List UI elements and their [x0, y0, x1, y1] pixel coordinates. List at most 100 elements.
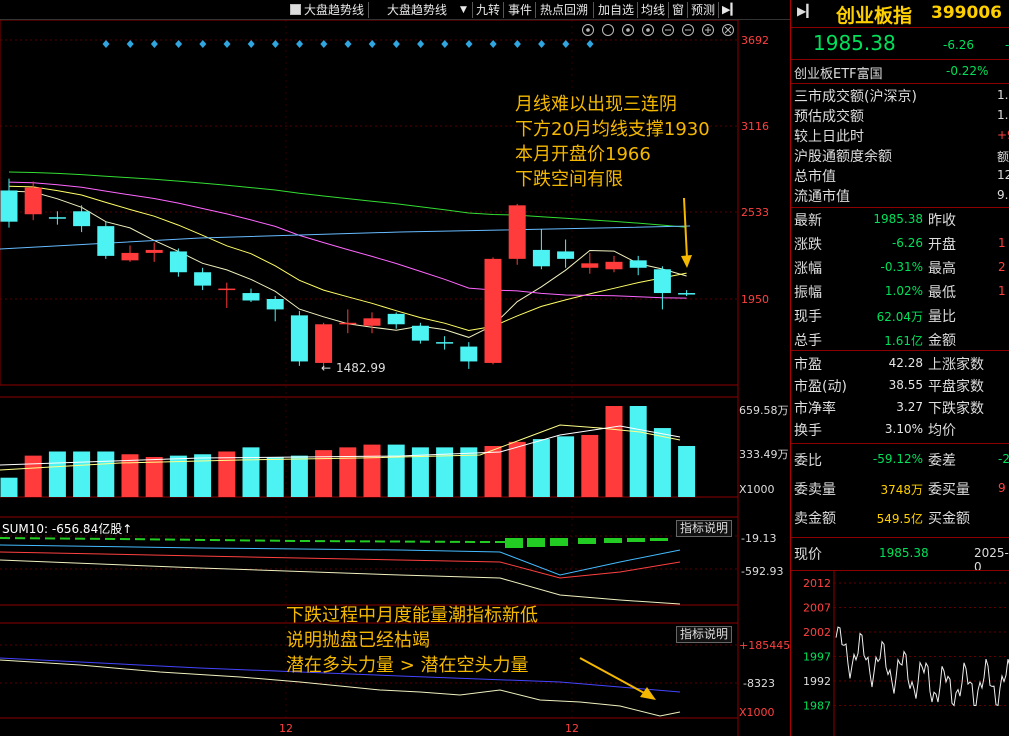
- event-marker-icon[interactable]: [586, 40, 594, 48]
- valuation-row-label-1: 市净率: [794, 401, 836, 417]
- event-marker-icon[interactable]: [126, 40, 134, 48]
- sum-histogram-bar: [627, 538, 645, 542]
- candle: [629, 260, 647, 268]
- minute-y-tick: 2002: [803, 626, 831, 639]
- toolbar-button-forecast[interactable]: 预测: [691, 2, 715, 18]
- sum-line-blue: [0, 544, 681, 576]
- event-marker-icon[interactable]: [344, 40, 352, 48]
- volume-bar: [218, 451, 236, 497]
- event-marker-icon[interactable]: [368, 40, 376, 48]
- trend-checkbox[interactable]: [290, 4, 301, 15]
- sum-signal-line: [0, 537, 505, 543]
- event-marker-icon[interactable]: [562, 40, 570, 48]
- market-info-value: 额: [997, 150, 1009, 164]
- market-info-label: 总市值: [794, 169, 836, 185]
- toolbar-button-events[interactable]: 事件: [508, 2, 532, 18]
- volume-bar: [145, 457, 163, 497]
- event-marker-icon[interactable]: [320, 40, 328, 48]
- candle: [290, 315, 308, 362]
- etf-link[interactable]: 创业板ETF富国: [794, 63, 883, 82]
- eye-icon[interactable]: [626, 28, 630, 32]
- event-marker-icon[interactable]: [441, 40, 449, 48]
- toolbar-button-window[interactable]: 窗: [672, 2, 684, 18]
- candle: [169, 251, 187, 273]
- quote-row-label-2: 金额: [928, 333, 956, 349]
- candle: [0, 190, 18, 222]
- play-icon[interactable]: ▶▎: [722, 2, 739, 18]
- sum-histogram-bar: [505, 538, 523, 548]
- quote-row-value-2: 1: [998, 236, 1006, 250]
- candle: [532, 249, 550, 267]
- volume-bar: [581, 434, 599, 497]
- order-row-label-1: 卖金额: [794, 511, 836, 527]
- sum-indicator-help-button[interactable]: 指标说明: [676, 520, 733, 537]
- event-marker-icon[interactable]: [538, 40, 546, 48]
- event-marker-icon[interactable]: [102, 40, 110, 48]
- event-marker-icon[interactable]: [392, 40, 400, 48]
- gear-icon[interactable]: [602, 24, 614, 36]
- quote-row-value-2: 1: [998, 284, 1006, 298]
- energy-tick-unit: X1000: [739, 706, 775, 719]
- energy-indicator-help-button[interactable]: 指标说明: [676, 626, 733, 643]
- volume-bar: [290, 455, 308, 497]
- event-marker-icon[interactable]: [513, 40, 521, 48]
- candle: [73, 211, 91, 227]
- toolbar-button-add-watchlist[interactable]: 加自选: [598, 2, 634, 18]
- event-marker-icon[interactable]: [150, 40, 158, 48]
- event-marker-icon[interactable]: [223, 40, 231, 48]
- order-row-label-2: 买金额: [928, 511, 970, 527]
- order-row-value-2: 9: [998, 481, 1006, 495]
- order-row-label-1: 委卖量: [794, 482, 836, 498]
- target-icon[interactable]: [586, 28, 590, 32]
- toolbar-button-ma[interactable]: 均线: [641, 2, 665, 18]
- annotation-bottom-line-1: 下跌过程中月度能量潮指标新低: [286, 605, 538, 626]
- minute-y-tick: 1992: [803, 675, 831, 688]
- candle: [48, 217, 66, 219]
- chevron-down-icon[interactable]: ▼: [460, 2, 467, 18]
- sum-line-red: [0, 551, 681, 579]
- event-marker-icon[interactable]: [489, 40, 497, 48]
- event-marker-icon[interactable]: [199, 40, 207, 48]
- quote-row-label-2: 最高: [928, 261, 956, 277]
- candle: [363, 318, 381, 326]
- volume-bar: [605, 406, 623, 497]
- low-price-arrow: ←: [321, 361, 332, 375]
- etf-change: -0.22%: [946, 64, 989, 78]
- candle: [557, 251, 575, 259]
- valuation-row-value-1: 3.10%: [884, 422, 923, 436]
- quote-row-value-1: 62.04万: [876, 310, 923, 324]
- candle: [436, 342, 454, 344]
- event-marker-icon[interactable]: [465, 40, 473, 48]
- event-marker-icon[interactable]: [175, 40, 183, 48]
- volume-bar: [363, 444, 381, 497]
- toolbar-button-hotspot[interactable]: 热点回溯: [540, 2, 588, 18]
- candle: [242, 293, 260, 301]
- candle: [411, 325, 429, 341]
- sum-histogram-bar: [650, 538, 668, 541]
- index-code: 399006: [931, 3, 1002, 23]
- menu-arrow-icon[interactable]: ▶▎: [797, 4, 815, 18]
- candle: [145, 249, 163, 253]
- minute-chart[interactable]: 2012 2007 2002 1997 1992 1987: [791, 571, 1009, 736]
- eye-icon[interactable]: [646, 28, 650, 32]
- trend-checkbox-label[interactable]: 大盘趋势线: [304, 2, 364, 18]
- event-marker-icon[interactable]: [247, 40, 255, 48]
- trend-dropdown[interactable]: 大盘趋势线: [387, 2, 447, 18]
- valuation-row-label-2: 均价: [928, 423, 956, 439]
- volume-bar: [387, 444, 405, 497]
- y-tick-3116: 3116: [741, 120, 769, 133]
- minute-y-tick: 2012: [803, 577, 831, 590]
- order-row-value-2: -278: [998, 452, 1009, 466]
- valuation-row-label-1: 市盈(动): [794, 379, 847, 395]
- order-row-label-2: 委买量: [928, 482, 970, 498]
- event-marker-icon[interactable]: [417, 40, 425, 48]
- sum-tick-top: -19.13: [741, 532, 777, 545]
- minute-y-tick: 1987: [803, 700, 831, 713]
- candle: [24, 187, 42, 215]
- event-marker-icon[interactable]: [271, 40, 279, 48]
- volume-bar: [508, 441, 526, 497]
- annotation-top-line-4: 下跌空间有限: [515, 169, 623, 190]
- toolbar-button-jiuzhuan[interactable]: 九转: [476, 2, 500, 18]
- event-marker-icon[interactable]: [296, 40, 304, 48]
- valuation-row-label-2: 下跌家数: [928, 401, 984, 417]
